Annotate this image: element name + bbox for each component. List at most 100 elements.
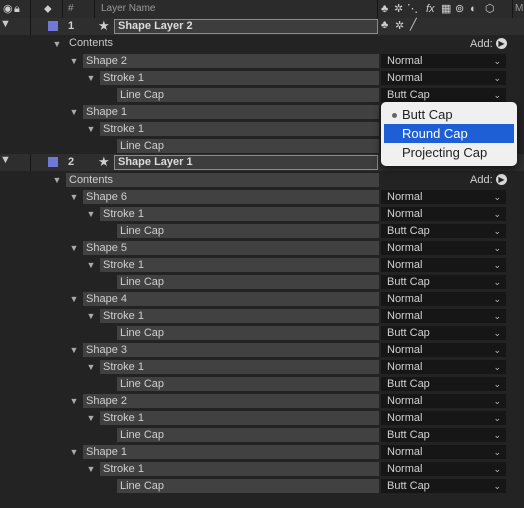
select-value: Butt Cap — [387, 480, 430, 492]
blend-mode-select[interactable]: Normal ⌄ — [381, 190, 506, 204]
blend-mode-select[interactable]: Normal ⌄ — [381, 343, 506, 357]
blend-mode-select[interactable]: Normal ⌄ — [381, 394, 506, 408]
group-row-shape[interactable]: ▼ Shape 6 Normal ⌄ — [0, 189, 524, 205]
row-label: Stroke 1 — [100, 122, 379, 136]
shy-switch-icon[interactable]: ♣ — [381, 19, 388, 31]
blend-mode-select[interactable]: Normal ⌄ — [381, 360, 506, 374]
line-cap-select[interactable]: Butt Cap ⌄ — [381, 326, 506, 340]
menu-item-butt-cap[interactable]: Butt Cap — [384, 105, 514, 124]
twirl-down-icon[interactable]: ▼ — [86, 206, 96, 222]
twirl-down-icon[interactable]: ▼ — [69, 53, 79, 69]
group-row-stroke[interactable]: ▼ Stroke 1 Normal ⌄ — [0, 461, 524, 477]
group-row-stroke[interactable]: ▼ Stroke 1 Normal ⌄ — [0, 410, 524, 426]
blend-mode-select[interactable]: Normal ⌄ — [381, 445, 506, 459]
play-circle-icon[interactable]: ▶ — [496, 174, 507, 185]
blend-mode-select[interactable]: Normal ⌄ — [381, 207, 506, 221]
blend-mode-select[interactable]: Normal ⌄ — [381, 71, 506, 85]
twirl-down-icon[interactable]: ▼ — [86, 70, 96, 86]
blend-mode-select[interactable]: Normal ⌄ — [381, 309, 506, 323]
frame-blend-icon[interactable]: ▦ — [441, 2, 451, 16]
line-cap-select[interactable]: Butt Cap ⌄ — [381, 275, 506, 289]
line-cap-select[interactable]: Butt Cap ⌄ — [381, 88, 506, 102]
chevron-down-icon: ⌄ — [493, 294, 501, 304]
row-label: Shape 1 — [83, 445, 379, 459]
quality-switch-icon[interactable]: ╱ — [410, 18, 417, 31]
column-layer-name-header[interactable]: Layer Name — [101, 3, 155, 15]
group-row-stroke[interactable]: ▼ Stroke 1 Normal ⌄ — [0, 308, 524, 324]
header-divider — [512, 0, 513, 18]
twirl-down-icon[interactable]: ▼ — [69, 444, 79, 460]
property-row-line-cap[interactable]: Line Cap Butt Cap ⌄ — [0, 223, 524, 239]
twirl-down-icon[interactable]: ▼ — [69, 189, 79, 205]
quality-icon[interactable]: ⋱ — [407, 2, 418, 16]
shy-icon[interactable]: ♣ — [381, 2, 388, 16]
3d-layer-icon[interactable]: ⬡ — [485, 2, 495, 16]
group-row-shape[interactable]: ▼ Shape 5 Normal ⌄ — [0, 240, 524, 256]
property-row-line-cap[interactable]: Line Cap Butt Cap ⌄ — [0, 376, 524, 392]
twirl-down-icon[interactable]: ▼ — [86, 461, 96, 477]
group-row-shape[interactable]: ▼ Shape 1 Normal ⌄ — [0, 444, 524, 460]
tag-icon[interactable]: ⬥ — [44, 2, 52, 16]
eye-icon[interactable]: ◉ — [3, 2, 13, 16]
blend-mode-select[interactable]: Normal ⌄ — [381, 258, 506, 272]
line-cap-select[interactable]: Butt Cap ⌄ — [381, 224, 506, 238]
twirl-down-icon[interactable]: ▼ — [86, 359, 96, 375]
group-row-stroke[interactable]: ▼ Stroke 1 Normal ⌄ — [0, 70, 524, 86]
blend-mode-select[interactable]: Normal ⌄ — [381, 241, 506, 255]
label-color-swatch[interactable] — [48, 21, 58, 31]
row-label: Line Cap — [117, 377, 379, 391]
menu-item-projecting-cap[interactable]: Projecting Cap — [384, 143, 514, 162]
twirl-down-icon[interactable]: ▼ — [0, 18, 11, 30]
line-cap-select[interactable]: Butt Cap ⌄ — [381, 479, 506, 493]
twirl-down-icon[interactable]: ▼ — [69, 393, 79, 409]
contents-row[interactable]: ▼ Contents Add: ▶ — [0, 36, 524, 52]
twirl-down-icon[interactable]: ▼ — [86, 308, 96, 324]
menu-item-round-cap[interactable]: Round Cap — [384, 124, 514, 143]
column-mode-header[interactable]: M — [515, 3, 523, 15]
property-row-line-cap[interactable]: Line Cap Butt Cap ⌄ — [0, 427, 524, 443]
twirl-down-icon[interactable]: ▼ — [0, 154, 11, 166]
adjustment-icon[interactable]: ◐ — [470, 2, 477, 16]
blend-mode-select[interactable]: Normal ⌄ — [381, 292, 506, 306]
twirl-down-icon[interactable]: ▼ — [69, 240, 79, 256]
property-row-line-cap[interactable]: Line Cap Butt Cap ⌄ — [0, 87, 524, 103]
group-row-stroke[interactable]: ▼ Stroke 1 Normal ⌄ — [0, 206, 524, 222]
group-row-shape[interactable]: ▼ Shape 4 Normal ⌄ — [0, 291, 524, 307]
play-circle-icon[interactable]: ▶ — [496, 38, 507, 49]
group-row-stroke[interactable]: ▼ Stroke 1 Normal ⌄ — [0, 359, 524, 375]
twirl-down-icon[interactable]: ▼ — [86, 410, 96, 426]
blend-mode-select[interactable]: Normal ⌄ — [381, 462, 506, 476]
group-row-shape[interactable]: ▼ Shape 3 Normal ⌄ — [0, 342, 524, 358]
collapse-icon[interactable]: ✲ — [394, 2, 403, 16]
blend-mode-select[interactable]: Normal ⌄ — [381, 411, 506, 425]
twirl-down-icon[interactable]: ▼ — [52, 172, 62, 188]
property-row-line-cap[interactable]: Line Cap Butt Cap ⌄ — [0, 478, 524, 494]
effects-icon[interactable]: fx — [426, 2, 435, 16]
contents-row[interactable]: ▼ Contents Add: ▶ — [0, 172, 524, 188]
group-row-stroke[interactable]: ▼ Stroke 1 Normal ⌄ — [0, 257, 524, 273]
layer-name[interactable]: Shape Layer 1 — [114, 155, 378, 170]
blend-mode-select[interactable]: Normal ⌄ — [381, 54, 506, 68]
label-color-swatch[interactable] — [48, 157, 58, 167]
twirl-down-icon[interactable]: ▼ — [69, 342, 79, 358]
select-value: Normal — [387, 361, 423, 373]
layer-row[interactable]: ▼ 1 ★ Shape Layer 2 ♣ ✲ ╱ — [0, 18, 524, 35]
collapse-switch-icon[interactable]: ✲ — [395, 19, 404, 32]
twirl-down-icon[interactable]: ▼ — [86, 121, 96, 137]
motion-blur-icon[interactable]: ⊚ — [455, 2, 464, 16]
line-cap-select[interactable]: Butt Cap ⌄ — [381, 377, 506, 391]
twirl-down-icon[interactable]: ▼ — [86, 257, 96, 273]
lock-icon[interactable]: 🔒︎ — [14, 2, 20, 16]
checked-dot-icon — [392, 113, 397, 118]
column-number-header[interactable]: # — [68, 3, 74, 15]
group-row-shape[interactable]: ▼ Shape 2 Normal ⌄ — [0, 53, 524, 69]
group-row-shape[interactable]: ▼ Shape 2 Normal ⌄ — [0, 393, 524, 409]
twirl-down-icon[interactable]: ▼ — [52, 36, 62, 52]
row-label: Line Cap — [117, 88, 379, 102]
twirl-down-icon[interactable]: ▼ — [69, 104, 79, 120]
property-row-line-cap[interactable]: Line Cap Butt Cap ⌄ — [0, 325, 524, 341]
layer-name[interactable]: Shape Layer 2 — [114, 19, 378, 34]
twirl-down-icon[interactable]: ▼ — [69, 291, 79, 307]
line-cap-select[interactable]: Butt Cap ⌄ — [381, 428, 506, 442]
property-row-line-cap[interactable]: Line Cap Butt Cap ⌄ — [0, 274, 524, 290]
